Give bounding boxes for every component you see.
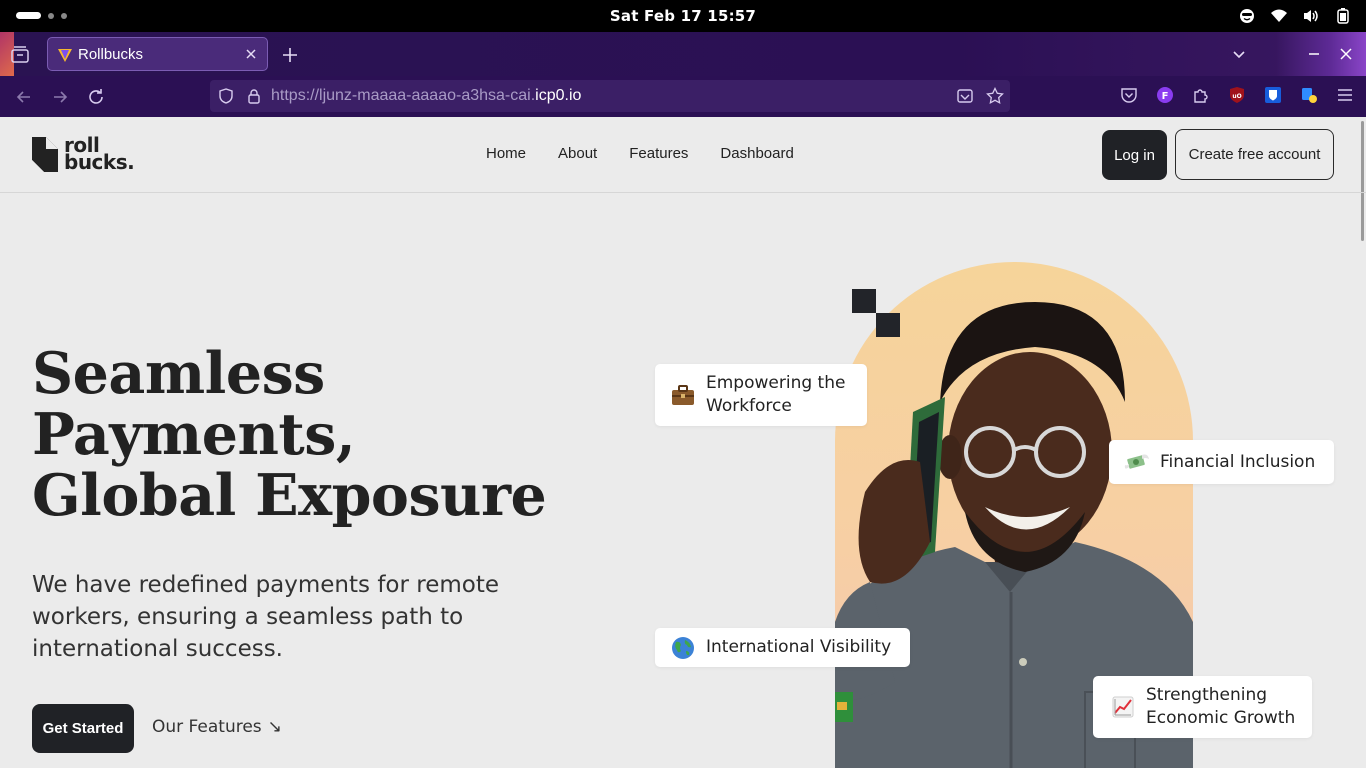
logo-line-2: bucks. xyxy=(64,150,135,174)
save-to-pocket-download-icon[interactable] xyxy=(956,87,974,105)
browser-tab-active[interactable]: Rollbucks xyxy=(47,37,268,71)
volume-icon[interactable] xyxy=(1302,7,1320,25)
feature-card-financial-inclusion: Financial Inclusion xyxy=(1109,440,1334,484)
money-with-wings-icon xyxy=(1124,449,1150,475)
logo-wordmark: roll bucks. xyxy=(64,135,135,174)
new-tab-icon[interactable] xyxy=(280,45,300,65)
forward-arrow-icon[interactable] xyxy=(50,87,70,107)
bookmark-star-icon[interactable] xyxy=(986,86,1004,105)
url-text[interactable]: https://ljunz-maaaa-aaaao-a3hsa-cai.icp0… xyxy=(271,87,581,105)
hero-subtitle: We have redefined payments for remote wo… xyxy=(32,572,500,662)
close-tab-icon[interactable] xyxy=(243,46,259,62)
ublock-origin-icon[interactable]: uO xyxy=(1228,86,1246,104)
rollbucks-logo-mark-icon xyxy=(32,137,58,172)
nav-features[interactable]: Features xyxy=(629,145,688,162)
lock-icon[interactable] xyxy=(246,88,262,104)
list-all-tabs-icon[interactable] xyxy=(1229,44,1249,64)
wifi-icon[interactable] xyxy=(1270,7,1288,25)
feature-card-label-line-2: Workforce xyxy=(706,396,792,416)
get-started-button[interactable]: Get Started xyxy=(32,704,134,753)
feature-card-economic-growth: Strengthening Economic Growth xyxy=(1093,676,1312,738)
pocket-icon[interactable] xyxy=(1120,86,1138,104)
hero-title: Seamless Payments, Global Exposure xyxy=(32,343,592,526)
feature-card-international-visibility: International Visibility xyxy=(655,628,910,667)
face-status-icon[interactable] xyxy=(1238,7,1256,25)
profile-sync-icon[interactable] xyxy=(1300,86,1318,104)
feature-card-label: Financial Inclusion xyxy=(1160,451,1316,472)
bitwarden-icon[interactable] xyxy=(1264,86,1282,104)
feature-card-label-line-2: Economic Growth xyxy=(1146,708,1296,728)
hero-title-line-1: Seamless xyxy=(32,340,325,407)
extension-badge-icon[interactable]: F xyxy=(1156,86,1174,104)
nav-home[interactable]: Home xyxy=(486,145,526,162)
feature-card-label: Strengthening Economic Growth xyxy=(1146,684,1295,730)
feature-card-label-line-1: Empowering the xyxy=(706,373,846,393)
system-tray[interactable] xyxy=(1238,7,1352,25)
hero-title-line-2: Payments, xyxy=(32,401,356,468)
url-prefix: https://ljunz-maaaa-aaaao-a3hsa-cai. xyxy=(271,87,536,104)
briefcase-icon xyxy=(670,382,696,408)
feature-card-label: Empowering the Workforce xyxy=(706,372,845,418)
extension-badge-letter: F xyxy=(1162,91,1169,102)
svg-text:uO: uO xyxy=(1232,93,1241,100)
address-bar[interactable]: https://ljunz-maaaa-aaaao-a3hsa-cai.icp0… xyxy=(210,80,1010,112)
system-clock[interactable]: Sat Feb 17 15:57 xyxy=(0,7,1366,25)
hamburger-menu-icon[interactable] xyxy=(1336,86,1354,104)
browser-toolbar: https://ljunz-maaaa-aaaao-a3hsa-cai.icp0… xyxy=(0,76,1366,117)
our-features-link[interactable]: Our Features ↘ xyxy=(152,717,282,737)
tab-title: Rollbucks xyxy=(78,46,144,63)
decorative-pixel-block xyxy=(852,289,876,313)
login-button[interactable]: Log in xyxy=(1102,130,1167,180)
rollbucks-logo[interactable]: roll bucks. xyxy=(32,135,135,174)
battery-icon[interactable] xyxy=(1334,7,1352,25)
chart-increasing-icon xyxy=(1110,694,1136,720)
tracking-shield-icon[interactable] xyxy=(218,88,234,104)
nav-dashboard[interactable]: Dashboard xyxy=(720,145,793,162)
arrow-down-right-icon: ↘ xyxy=(267,717,282,737)
url-domain: icp0.io xyxy=(535,87,582,104)
decorative-pixel-block xyxy=(876,313,900,337)
nav-about[interactable]: About xyxy=(558,145,597,162)
close-window-icon[interactable] xyxy=(1336,44,1356,64)
site-header: roll bucks. Home About Features Dashboar… xyxy=(0,117,1366,193)
os-top-bar: Sat Feb 17 15:57 xyxy=(0,0,1366,32)
reload-icon[interactable] xyxy=(86,87,106,107)
globe-icon xyxy=(670,635,696,661)
browser-tab-strip: Rollbucks xyxy=(0,32,1366,76)
hero-title-line-3: Global Exposure xyxy=(32,462,547,529)
our-features-label: Our Features xyxy=(152,717,262,737)
back-arrow-icon[interactable] xyxy=(14,87,34,107)
rollbucks-favicon-icon xyxy=(57,47,73,63)
feature-card-label: International Visibility xyxy=(706,637,892,657)
feature-card-workforce: Empowering the Workforce xyxy=(655,364,867,426)
main-nav: Home About Features Dashboard xyxy=(486,145,794,162)
create-account-button[interactable]: Create free account xyxy=(1175,129,1334,180)
tab-overview-icon[interactable] xyxy=(9,44,31,66)
feature-card-label-line-1: Strengthening xyxy=(1146,685,1268,705)
extensions-puzzle-icon[interactable] xyxy=(1192,86,1210,104)
minimize-window-icon[interactable] xyxy=(1304,44,1324,64)
web-page: roll bucks. Home About Features Dashboar… xyxy=(0,117,1366,768)
